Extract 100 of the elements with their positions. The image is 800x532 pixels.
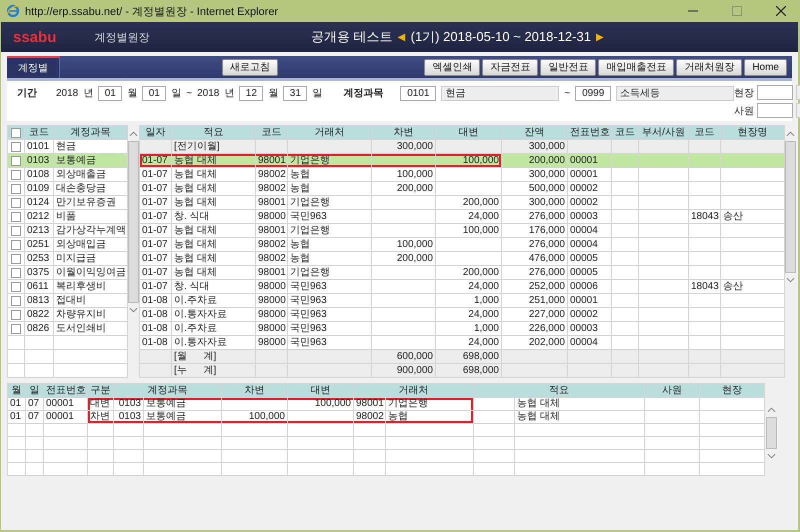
account-code-field[interactable]: 0999 xyxy=(575,86,612,100)
table-cell: 900,000 xyxy=(372,364,436,378)
table-cell[interactable]: 외상매입금 xyxy=(54,238,128,252)
table-cell: 01-07 xyxy=(140,196,172,210)
table-cell: 0212 xyxy=(24,210,54,224)
account-name-field: 소득세등 xyxy=(616,86,734,100)
account-code-field[interactable]: 0101 xyxy=(400,86,436,100)
chevron-down-icon[interactable] xyxy=(786,277,795,283)
day-field[interactable]: 31 xyxy=(283,86,308,100)
checkbox[interactable] xyxy=(11,324,21,334)
table-cell[interactable]: 보통예금 xyxy=(54,154,128,168)
table-cell: 98001 xyxy=(354,398,386,410)
toolbar-button[interactable]: 자금전표 xyxy=(482,58,538,76)
checkbox[interactable] xyxy=(11,226,21,236)
table-cell: 07 xyxy=(26,410,44,424)
table-cell: 보통예금 xyxy=(144,410,222,424)
table-cell[interactable]: 감가상각누계액 xyxy=(54,224,128,238)
table-cell[interactable]: 대손충당금 xyxy=(54,182,128,196)
checkbox[interactable] xyxy=(11,282,21,292)
table-cell: 200,000 xyxy=(372,252,436,266)
table-cell: 00005 xyxy=(568,266,612,280)
table-cell[interactable]: 만기보유증권 xyxy=(54,196,128,210)
checkbox[interactable] xyxy=(11,156,21,166)
table-cell[interactable]: 접대비 xyxy=(54,294,128,308)
chevron-down-icon[interactable] xyxy=(129,307,138,313)
page-title: 계정별원장 xyxy=(94,30,150,44)
checkbox[interactable] xyxy=(11,240,21,250)
table-cell: 276,000 xyxy=(502,238,568,252)
header-checkbox[interactable] xyxy=(11,128,21,138)
staff-code-field[interactable] xyxy=(757,103,794,118)
table-cell: 698,000 xyxy=(436,364,502,378)
month-field[interactable]: 12 xyxy=(239,86,264,100)
table-cell: 227,000 xyxy=(502,308,568,322)
site-code-field[interactable] xyxy=(757,85,794,100)
table-cell: 농협 대체 xyxy=(172,182,256,196)
checkbox[interactable] xyxy=(11,254,21,264)
table-cell[interactable]: 미지급금 xyxy=(54,252,128,266)
column-header: 전표번호 xyxy=(568,126,612,140)
table-cell: 00003 xyxy=(568,210,612,224)
column-header: 월 xyxy=(8,384,26,398)
table-cell[interactable]: 외상매출금 xyxy=(54,168,128,182)
table-cell: 01-07 xyxy=(140,168,172,182)
table-cell: 98001 xyxy=(256,196,288,210)
chevron-up-icon[interactable] xyxy=(129,131,138,137)
table-cell: 창. 식대 xyxy=(172,280,256,294)
table-cell: 01-07 xyxy=(140,266,172,280)
column-header: 코드 xyxy=(24,126,54,140)
table-cell: 24,000 xyxy=(436,308,502,322)
tab[interactable]: 계정별 xyxy=(7,56,60,78)
unit-text: 월 xyxy=(268,87,278,100)
previous-period-arrow[interactable]: ◀ xyxy=(398,31,406,43)
table-cell: 기업은행 xyxy=(386,398,474,410)
table-cell: 18043 xyxy=(688,280,720,294)
table-cell: 01-07 xyxy=(140,252,172,266)
column-header: 사원 xyxy=(644,384,700,398)
checkbox[interactable] xyxy=(11,184,21,194)
next-period-arrow[interactable]: ▶ xyxy=(596,31,604,43)
checkbox[interactable] xyxy=(11,310,21,320)
checkbox[interactable] xyxy=(11,296,21,306)
checkbox[interactable] xyxy=(11,268,21,278)
table-cell: 1,000 xyxy=(436,322,502,336)
table-cell: 01-07 xyxy=(140,154,172,168)
table-cell: 기업은행 xyxy=(288,196,372,210)
account-name-field: 현금 xyxy=(441,86,560,100)
chevron-up-icon[interactable] xyxy=(766,407,776,413)
table-cell: 0213 xyxy=(24,224,54,238)
toolbar-button[interactable]: 매입매출전표 xyxy=(598,58,674,76)
table-cell: 500,000 xyxy=(502,182,568,196)
checkbox[interactable] xyxy=(11,142,21,152)
table-cell: 00001 xyxy=(44,398,88,410)
toolbar-button[interactable]: 엑셀인쇄 xyxy=(424,58,480,76)
table-cell: 01 xyxy=(8,410,26,424)
table-cell[interactable]: 이월이익잉여금 xyxy=(54,266,128,280)
unit-text: 년 xyxy=(83,87,94,100)
chevron-down-icon[interactable] xyxy=(766,453,776,459)
column-header: 대변 xyxy=(288,384,354,398)
checkbox[interactable] xyxy=(11,198,21,208)
table-cell[interactable]: 비품 xyxy=(54,210,128,224)
toolbar-button[interactable]: Home xyxy=(744,58,787,76)
maximize-icon[interactable] xyxy=(732,6,742,16)
close-icon[interactable] xyxy=(776,6,786,16)
checkbox[interactable] xyxy=(11,212,21,222)
table-cell: 01-07 xyxy=(140,224,172,238)
month-field[interactable]: 01 xyxy=(98,86,122,100)
table-cell: 276,000 xyxy=(502,266,568,280)
chevron-up-icon[interactable] xyxy=(786,131,795,137)
table-cell: 98000 xyxy=(256,308,288,322)
table-cell[interactable]: 복리후생비 xyxy=(54,280,128,294)
table-cell: 보통예금 xyxy=(144,398,222,410)
toolbar-button[interactable]: 거래처원장 xyxy=(676,58,742,76)
table-cell[interactable]: 차량유지비 xyxy=(54,308,128,322)
toolbar-button[interactable]: 일반전표 xyxy=(540,58,596,76)
table-cell: 98001 xyxy=(256,266,288,280)
table-cell[interactable]: 도서인쇄비 xyxy=(54,322,128,336)
refresh-button[interactable]: 새로고침 xyxy=(222,58,278,76)
staff-label: 사원 xyxy=(734,104,754,118)
checkbox[interactable] xyxy=(11,170,21,180)
day-field[interactable]: 01 xyxy=(142,86,166,100)
table-cell: 00001 xyxy=(568,168,612,182)
table-cell: 1,000 xyxy=(436,294,502,308)
